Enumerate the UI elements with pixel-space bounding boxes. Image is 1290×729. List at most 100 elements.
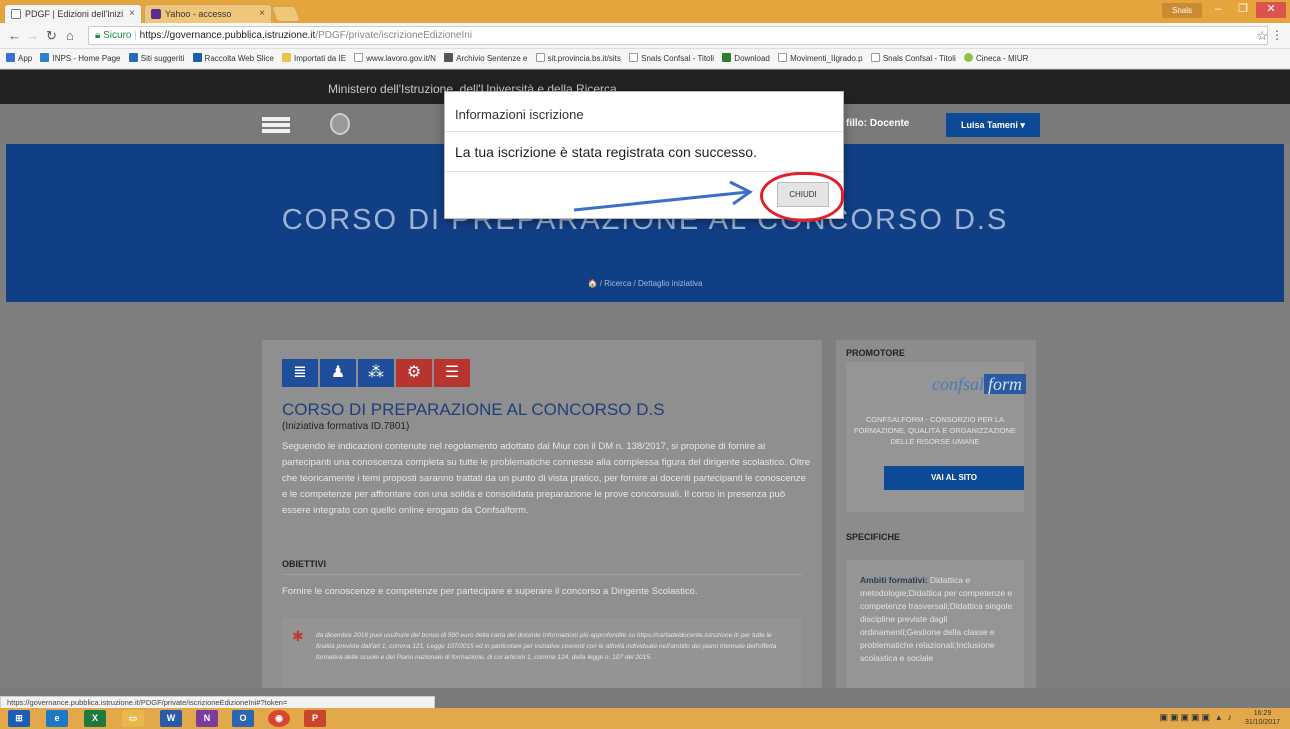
bookmark-label: www.lavoro.gov.it/N — [366, 54, 436, 63]
logo-text-tail: form — [983, 374, 1026, 394]
bookmark-label: Siti suggeriti — [140, 54, 185, 63]
file-explorer-icon[interactable]: ▭ — [122, 710, 144, 727]
visit-site-button[interactable]: VAI AL SITO — [884, 466, 1024, 490]
tab-pdgf[interactable]: PDGF | Edizioni dell'Inizi × — [4, 4, 142, 23]
page-icon — [629, 53, 639, 62]
back-icon[interactable]: ← — [8, 28, 21, 43]
bookmark-label: INPS - Home Page — [52, 54, 121, 63]
url-input[interactable]: 🔒︎ Sicuro | https://governance.pubblica.… — [88, 26, 1268, 45]
specs-value: Didattica e metodologie;Didattica per co… — [860, 575, 1013, 663]
logo-text-main: confsal — [931, 374, 984, 394]
apps-icon — [6, 53, 15, 62]
tab-yahoo[interactable]: Yahoo - accesso × — [144, 4, 272, 23]
chevron-down-icon: ▾ — [1020, 120, 1025, 130]
yahoo-favicon — [151, 9, 161, 19]
bookmark-label: Download — [734, 54, 770, 63]
url-path: /PDGF/private/iscrizioneEdizioneIni — [315, 30, 473, 41]
specs-label: Ambiti formativi: — [860, 575, 928, 585]
specs-card: Ambiti formativi: Didattica e metodologi… — [846, 560, 1024, 688]
bookmark-item[interactable]: INPS - Home Page — [40, 49, 121, 68]
address-bar: ← → ↻ ⌂ 🔒︎ Sicuro | https://governance.p… — [0, 23, 1290, 49]
minimize-icon[interactable]: – — [1206, 2, 1230, 18]
bonus-note-text: da dicembre 2016 puoi usufruire del bonu… — [316, 632, 777, 661]
bookmark-label: sit.provincia.bs.it/sits — [547, 54, 621, 63]
forward-icon[interactable]: → — [26, 28, 39, 43]
bookmark-label: Snals Confsal - Titoli — [882, 54, 956, 63]
word-icon[interactable]: W — [160, 710, 182, 727]
promoter-heading: PROMOTORE — [846, 348, 905, 358]
bookmark-folder[interactable]: Importati da IE — [282, 49, 346, 68]
course-description: Seguendo le indicazioni contenute nel re… — [282, 441, 811, 516]
hamburger-menu-icon[interactable] — [262, 117, 290, 133]
bookmark-label: Movimenti_IIgrado.p — [790, 54, 863, 63]
user-menu-button[interactable]: Luisa Tameni ▾ — [946, 113, 1040, 137]
page-icon — [535, 53, 545, 62]
close-window-icon[interactable]: ✕ — [1256, 2, 1286, 18]
user-name: Luisa Tameni — [961, 120, 1018, 130]
powerpoint-icon[interactable]: P — [304, 710, 326, 727]
clock[interactable]: 16:29 31/10/2017 — [1245, 709, 1280, 727]
bookmarks-bar: App INPS - Home Page Siti suggeriti Racc… — [0, 49, 1290, 69]
asterisk-icon: ✱ — [292, 628, 304, 644]
start-button-icon[interactable]: ⊞ — [8, 710, 30, 727]
profile-badge[interactable]: Snals — [1162, 3, 1202, 18]
divider — [282, 574, 802, 575]
bookmark-icon — [40, 53, 50, 62]
promoter-card: confsal form CONFSALFORM - CONSORZIO PER … — [846, 362, 1026, 512]
windows-taskbar: ⊞ e X ▭ W N O ◉ P ▣▣▣▣▣ ▴ ♪ 16:29 31/10/2… — [0, 708, 1290, 729]
category-icons: ≣ ♟ ⁂ ⚙ ☰ — [282, 359, 470, 387]
objectives-heading: OBIETTIVI — [282, 559, 327, 569]
specs-text: Ambiti formativi: Didattica e metodologi… — [860, 574, 1020, 665]
bookmark-item[interactable]: Siti suggeriti — [128, 49, 185, 68]
bookmark-label: Importati da IE — [294, 54, 347, 63]
modal-title: Informazioni iscrizione — [445, 92, 843, 132]
teacher-icon: ♟ — [320, 359, 356, 387]
specs-heading: SPECIFICHE — [846, 532, 901, 542]
bookmark-item[interactable]: Archivio Sentenze e — [444, 49, 527, 68]
republic-emblem-icon[interactable] — [330, 113, 350, 135]
modal-message: La tua iscrizione è stata registrata con… — [445, 132, 843, 172]
profile-label: fillo: Docente — [846, 118, 910, 129]
browser-menu-icon[interactable]: ⋮ — [1271, 28, 1283, 42]
bookmark-label: Cineca - MIUR — [975, 54, 1029, 63]
system-tray[interactable]: ▣▣▣▣▣ ▴ ♪ — [1159, 712, 1234, 723]
clock-time: 16:29 — [1253, 710, 1272, 717]
excel-icon[interactable]: X — [84, 710, 106, 727]
page-icon — [870, 53, 880, 62]
new-tab-button[interactable] — [271, 6, 301, 22]
breadcrumb: 🏠 / Ricerca / Dettaglio iniziativa — [587, 279, 703, 288]
bookmark-item[interactable]: Movimenti_IIgrado.p — [778, 49, 863, 68]
close-tab-icon[interactable]: × — [129, 8, 135, 19]
chrome-icon[interactable]: ◉ — [268, 710, 290, 727]
annotation-circle — [760, 172, 844, 222]
home-icon[interactable]: ⌂ — [66, 28, 74, 43]
close-tab-icon[interactable]: × — [259, 8, 265, 19]
maximize-icon[interactable]: ❐ — [1231, 2, 1255, 18]
page-icon — [354, 53, 364, 62]
folder-icon — [282, 53, 291, 62]
bookmark-item[interactable]: www.lavoro.gov.it/N — [354, 49, 436, 68]
reload-icon[interactable]: ↻ — [46, 28, 57, 44]
bookmark-item[interactable]: sit.provincia.bs.it/sits — [535, 49, 621, 68]
bookmark-item[interactable]: App — [6, 49, 32, 68]
course-title: CORSO DI PREPARAZIONE AL CONCORSO D.S — [282, 400, 665, 419]
outlook-icon[interactable]: O — [232, 710, 254, 727]
bookmark-item[interactable]: Raccolta Web Slice — [192, 49, 274, 68]
download-icon — [722, 53, 732, 62]
bookmark-item[interactable]: Snals Confsal - Titoli — [629, 49, 714, 68]
bonus-note: ✱ da dicembre 2016 puoi usufruire del bo… — [282, 618, 802, 688]
onenote-icon[interactable]: N — [196, 710, 218, 727]
bookmark-icon — [963, 53, 973, 62]
bookmark-item[interactable]: Download — [722, 49, 770, 68]
bookmark-star-icon[interactable]: ☆ — [1256, 28, 1268, 44]
bookmark-icon — [128, 53, 138, 62]
bookmark-icon — [444, 53, 454, 62]
confsalform-logo: confsal form — [856, 374, 1026, 400]
bookmark-label: Archivio Sentenze e — [456, 54, 528, 63]
sidebar: PROMOTORE confsal form CONFSALFORM - CONS… — [836, 340, 1036, 688]
bookmark-item[interactable]: Cineca - MIUR — [963, 49, 1029, 68]
ie-icon[interactable]: e — [46, 710, 68, 727]
bookmark-item[interactable]: Snals Confsal - Titoli — [870, 49, 956, 68]
tab-label: Yahoo - accesso — [165, 9, 232, 19]
bookmark-label: App — [18, 54, 33, 63]
